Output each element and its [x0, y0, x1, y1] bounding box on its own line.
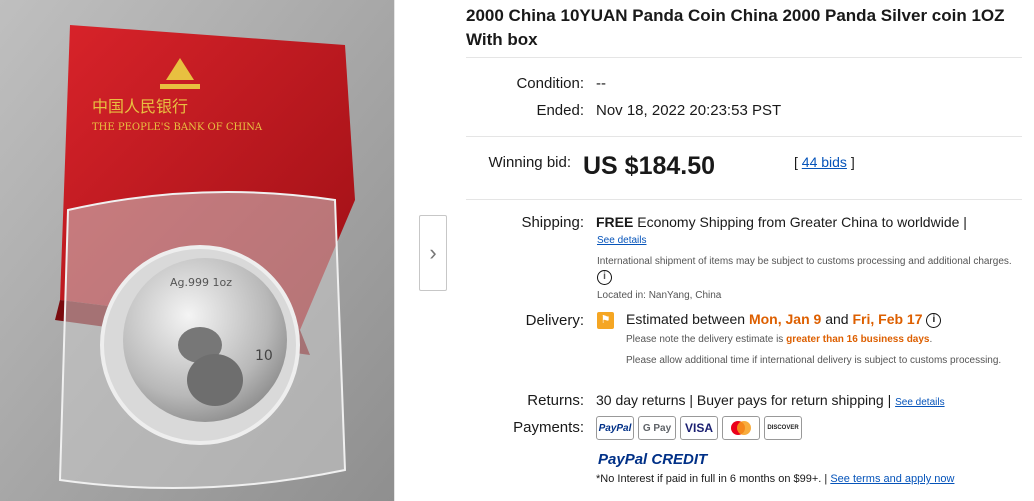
- google-pay-icon: G Pay: [638, 416, 676, 440]
- shipping-label: Shipping:: [521, 214, 584, 231]
- paypal-icon: PayPal: [596, 416, 634, 440]
- returns-label: Returns:: [527, 392, 584, 409]
- svg-text:中国人民银行: 中国人民银行: [92, 97, 188, 116]
- svg-text:10: 10: [255, 348, 273, 364]
- discover-icon: DISCOVER: [764, 416, 802, 440]
- returns-value: 30 day returns | Buyer pays for return s…: [596, 392, 945, 408]
- info-icon[interactable]: i: [597, 270, 612, 285]
- delivery-customs-note: Please allow additional time if internat…: [626, 355, 1002, 366]
- payment-methods: PayPal G Pay VISA DISCOVER: [596, 416, 802, 440]
- info-icon[interactable]: i: [926, 312, 942, 328]
- divider: [466, 199, 1022, 200]
- svg-text:THE PEOPLE'S BANK OF CHINA: THE PEOPLE'S BANK OF CHINA: [92, 122, 263, 133]
- divider: [466, 57, 1022, 58]
- delivery-note: Please note the delivery estimate is gre…: [626, 334, 933, 345]
- paypal-credit-logo: PayPal CREDIT: [598, 451, 708, 468]
- returns-see-details-link[interactable]: See details: [895, 397, 944, 408]
- svg-text:Ag.999 1oz: Ag.999 1oz: [170, 276, 232, 289]
- ended-value: Nov 18, 2022 20:23:53 PST: [596, 102, 782, 119]
- winning-bid-price: US $184.50: [583, 152, 716, 180]
- product-image[interactable]: 中国人民银行 THE PEOPLE'S BANK OF CHINA Ag.999…: [0, 0, 394, 501]
- mastercard-icon: [722, 416, 760, 440]
- ended-label: Ended:: [536, 102, 584, 119]
- gallery-divider: [394, 0, 395, 501]
- winning-bid-label: Winning bid:: [488, 154, 571, 171]
- coin-photo: 中国人民银行 THE PEOPLE'S BANK OF CHINA Ag.999…: [0, 0, 394, 501]
- condition-label: Condition:: [516, 75, 584, 92]
- item-location: Located in: NanYang, China: [597, 290, 722, 301]
- paypal-credit-note: *No Interest if paid in full in 6 months…: [596, 473, 955, 485]
- delivery-estimate: Estimated between Mon, Jan 9 and Fri, Fe…: [626, 311, 942, 328]
- see-terms-link[interactable]: See terms and apply now: [830, 473, 954, 485]
- bid-count: [ 44 bids ]: [794, 154, 855, 170]
- delivery-label: Delivery:: [525, 312, 584, 329]
- shipping-value: FREE Economy Shipping from Greater China…: [596, 214, 967, 230]
- condition-value: --: [596, 75, 606, 92]
- shipping-customs-note: International shipment of items may be s…: [597, 254, 1017, 286]
- chevron-right-icon: ›: [429, 240, 437, 265]
- shipping-see-details-link[interactable]: See details: [597, 235, 646, 246]
- item-title: 2000 China 10YUAN Panda Coin China 2000 …: [466, 6, 1005, 49]
- payments-label: Payments:: [513, 419, 584, 436]
- next-image-button[interactable]: ›: [419, 215, 447, 291]
- bid-history-link[interactable]: 44 bids: [802, 154, 847, 170]
- visa-icon: VISA: [680, 416, 718, 440]
- flag-icon: ⚑: [597, 312, 614, 329]
- divider: [466, 136, 1022, 137]
